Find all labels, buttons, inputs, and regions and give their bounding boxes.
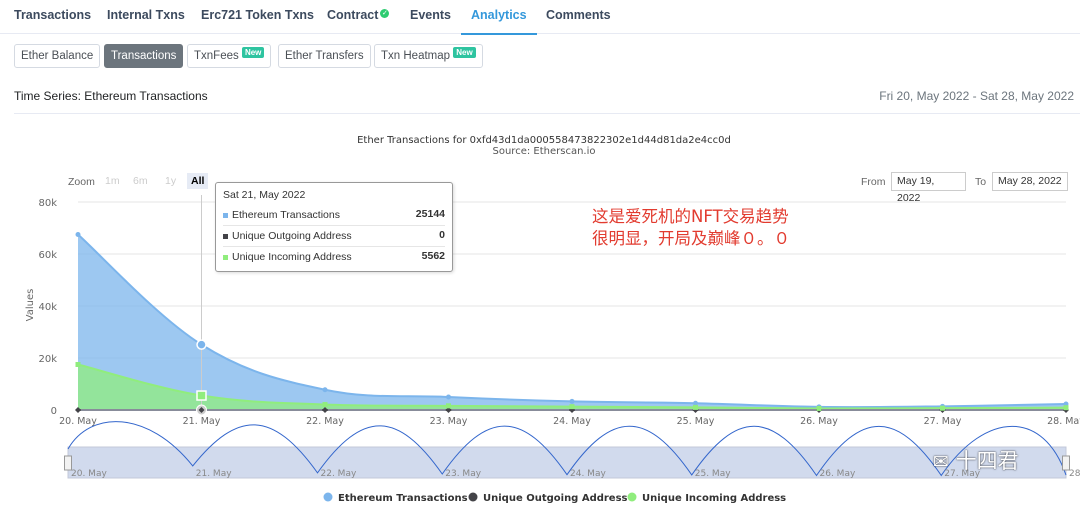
annotation-line-2: 很明显，开局及巅峰０。０ bbox=[592, 229, 790, 248]
x-tick-label: 24. May bbox=[553, 416, 591, 427]
y-axis-label: Values bbox=[25, 289, 36, 322]
series-swatch-icon bbox=[223, 213, 228, 218]
red-annotation: 这是爱死机的NFT交易趋势 很明显，开局及巅峰０。０ bbox=[592, 206, 790, 250]
point-marker bbox=[446, 403, 451, 409]
point-marker bbox=[75, 232, 81, 237]
wechat-icon: ✉ bbox=[933, 451, 949, 473]
to-label: To bbox=[975, 176, 987, 188]
navigator-handle bbox=[64, 455, 72, 471]
tooltip-row: Unique Incoming Address 5562 bbox=[223, 247, 445, 268]
zoom-label: Zoom bbox=[68, 176, 95, 188]
tooltip-series-name: Unique Outgoing Address bbox=[232, 230, 352, 242]
navigator[interactable]: 20. May 21. May 22. May 23. May 24. May 25. M… bbox=[64, 421, 1080, 479]
navigator-handle bbox=[1062, 455, 1070, 471]
watermark: ✉ 十四君 bbox=[933, 445, 1019, 475]
legend-item: Unique Incoming Address bbox=[642, 493, 786, 504]
annotation-line-1: 这是爱死机的NFT交易趋势 bbox=[592, 207, 789, 226]
zoom-1y-button[interactable]: 1y bbox=[161, 173, 180, 189]
watermark-text: 十四君 bbox=[955, 449, 1019, 473]
navigator-tick-label: 26. May bbox=[820, 469, 856, 479]
y-tick-label: 20k bbox=[38, 354, 57, 365]
x-tick-label: 25. May bbox=[677, 416, 715, 427]
point-marker bbox=[816, 405, 822, 411]
chart-tooltip: Sat 21, May 2022 Ethereum Transactions 2… bbox=[215, 182, 453, 272]
y-tick-label: 40k bbox=[38, 302, 57, 313]
navigator-tick-label: 21. May bbox=[196, 469, 232, 479]
legend-symbol bbox=[323, 492, 333, 502]
legend-item: Ethereum Transactions bbox=[338, 493, 468, 504]
tooltip-series-value: 0 bbox=[439, 229, 445, 241]
chart-title: Ether Transactions for 0xfd43d1da0005584… bbox=[357, 135, 731, 146]
legend-item: Unique Outgoing Address bbox=[483, 493, 628, 504]
zoom-1m-button[interactable]: 1m bbox=[101, 173, 124, 189]
legend-symbol bbox=[627, 492, 637, 502]
x-tick-label: 27. May bbox=[924, 416, 962, 427]
point-marker bbox=[75, 362, 81, 367]
hover-point bbox=[196, 339, 207, 350]
from-label: From bbox=[861, 176, 886, 188]
legend-symbol bbox=[468, 492, 478, 502]
x-tick-label: 21. May bbox=[183, 416, 221, 427]
y-tick-label: 80k bbox=[38, 198, 57, 209]
tooltip-series-name: Ethereum Transactions bbox=[232, 209, 340, 221]
point-marker bbox=[693, 404, 698, 410]
zoom-all-button[interactable]: All bbox=[187, 173, 209, 189]
navigator-tick-label: 24. May bbox=[570, 469, 606, 479]
tooltip-row: Ethereum Transactions 25144 bbox=[223, 205, 445, 226]
point-marker bbox=[322, 402, 328, 408]
tooltip-series-value: 25144 bbox=[415, 208, 445, 220]
legend: Ethereum Transactions Unique Outgoing Add… bbox=[323, 492, 786, 504]
point-marker bbox=[569, 404, 575, 410]
point-marker bbox=[569, 398, 575, 404]
x-axis: 20. May 21. May 22. May 23. May 24. May 25. M… bbox=[59, 409, 1080, 427]
x-tick-label: 23. May bbox=[430, 416, 468, 427]
x-tick-label: 22. May bbox=[306, 416, 344, 427]
tooltip-series-name: Unique Incoming Address bbox=[232, 251, 352, 263]
x-tick-label: 28. May bbox=[1047, 416, 1080, 427]
zoom-6m-button[interactable]: 6m bbox=[129, 173, 152, 189]
tooltip-series-value: 5562 bbox=[421, 250, 445, 262]
series-swatch-icon bbox=[223, 255, 228, 260]
y-tick-label: 0 bbox=[51, 406, 57, 417]
series-swatch-icon bbox=[223, 234, 228, 239]
tooltip-row: Unique Outgoing Address 0 bbox=[223, 226, 445, 247]
y-tick-label: 60k bbox=[38, 250, 57, 261]
navigator-tick-label: 28. May bbox=[1069, 469, 1080, 479]
navigator-tick-label: 20. May bbox=[71, 469, 107, 479]
x-tick-label: 20. May bbox=[59, 416, 97, 427]
point-marker bbox=[940, 405, 945, 411]
transactions-chart: Ether Transactions for 0xfd43d1da0005584… bbox=[25, 135, 1080, 504]
point-marker bbox=[446, 394, 451, 400]
from-date-input[interactable]: May 19, 2022 bbox=[891, 172, 966, 204]
navigator-tick-label: 25. May bbox=[695, 469, 731, 479]
navigator-tick-label: 23. May bbox=[445, 469, 481, 479]
hover-point bbox=[196, 390, 207, 401]
point-marker bbox=[1063, 405, 1069, 411]
navigator-tick-label: 22. May bbox=[321, 469, 357, 479]
chart-subtitle: Source: Etherscan.io bbox=[493, 146, 596, 157]
x-tick-label: 26. May bbox=[800, 416, 838, 427]
tooltip-date: Sat 21, May 2022 bbox=[223, 189, 306, 201]
y-axis: 0 20k 40k 60k 80k bbox=[38, 198, 57, 417]
point-marker bbox=[322, 387, 328, 393]
to-date-input[interactable]: May 28, 2022 bbox=[992, 172, 1068, 191]
